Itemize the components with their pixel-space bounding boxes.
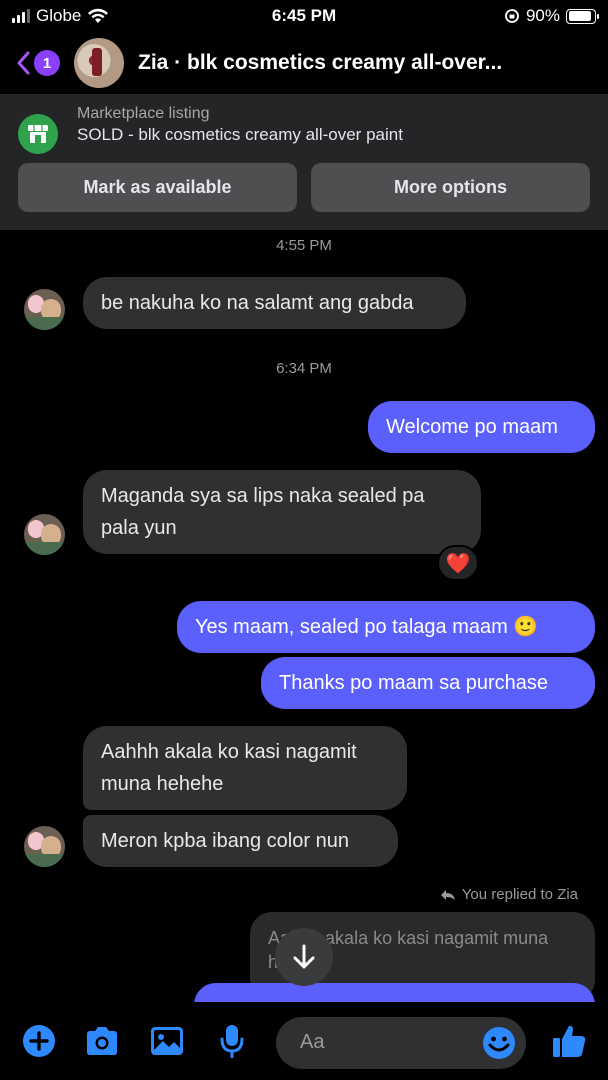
heart-reaction-icon[interactable]: ❤️ <box>437 545 479 581</box>
arrow-down-icon <box>293 944 315 969</box>
battery-group: 90% <box>504 6 599 26</box>
battery-level <box>568 11 591 21</box>
plus-icon <box>23 1025 55 1057</box>
mark-as-available-button[interactable]: Mark as available <box>18 163 297 212</box>
outgoing-message[interactable]: Thanks po maam sa purchase <box>261 657 595 709</box>
listing-title[interactable]: SOLD - blk cosmetics creamy all-over pai… <box>77 125 403 145</box>
message-input[interactable]: Aa <box>276 1017 526 1069</box>
timestamp: 4:55 PM <box>276 237 332 254</box>
contact-avatar[interactable] <box>74 38 124 88</box>
incoming-message[interactable]: Maganda sya sa lips naka sealed pa pala … <box>83 470 481 554</box>
composer-bar: Aa <box>0 1002 608 1080</box>
unread-badge: 1 <box>34 50 60 76</box>
gallery-button[interactable] <box>148 1022 186 1060</box>
outgoing-message[interactable]: Yes maam, sealed po talaga maam 🙂 <box>177 601 595 653</box>
incoming-message[interactable]: be nakuha ko na salamt ang gabda <box>83 277 466 329</box>
like-button[interactable] <box>550 1022 588 1060</box>
battery-icon <box>566 8 599 24</box>
message-placeholder: Aa <box>300 1031 325 1053</box>
chat-header: 1 Zia · blk cosmetics creamy all-over... <box>0 34 608 92</box>
chevron-left-icon <box>17 51 30 75</box>
marketplace-shop-icon <box>18 114 58 154</box>
camera-button[interactable] <box>83 1022 121 1060</box>
reply-context: You replied to Zia <box>440 886 578 903</box>
more-options-button[interactable]: More options <box>311 163 590 212</box>
voice-button[interactable] <box>213 1022 251 1060</box>
back-button[interactable]: 1 <box>16 50 60 76</box>
outgoing-message[interactable]: Welcome po maam <box>368 401 595 453</box>
sender-avatar <box>24 826 65 867</box>
photo-icon <box>151 1027 183 1055</box>
orientation-lock-icon <box>505 9 519 23</box>
reply-arrow-icon <box>440 889 455 900</box>
conversation-title[interactable]: Zia · blk cosmetics creamy all-over... <box>138 51 538 75</box>
reply-context-text: You replied to Zia <box>461 886 578 903</box>
camera-icon <box>87 1027 117 1055</box>
incoming-message[interactable]: Aahhh akala ko kasi nagamit muna hehehe <box>83 726 407 810</box>
marketplace-label: Marketplace listing <box>77 105 210 122</box>
sender-avatar <box>24 289 65 330</box>
microphone-icon <box>220 1025 244 1058</box>
thumbs-up-icon <box>553 1025 586 1057</box>
plus-button[interactable] <box>20 1022 58 1060</box>
timestamp: 6:34 PM <box>276 360 332 377</box>
scroll-to-bottom-button[interactable] <box>275 928 333 986</box>
battery-percent: 90% <box>525 6 560 25</box>
incoming-message[interactable]: Meron kpba ibang color nun <box>83 815 398 867</box>
marketplace-panel: Marketplace listing SOLD - blk cosmetics… <box>0 94 608 230</box>
status-bar: Globe 6:45 PM 90% <box>0 0 608 34</box>
sender-avatar <box>24 514 65 555</box>
emoji-icon[interactable] <box>482 1026 516 1060</box>
